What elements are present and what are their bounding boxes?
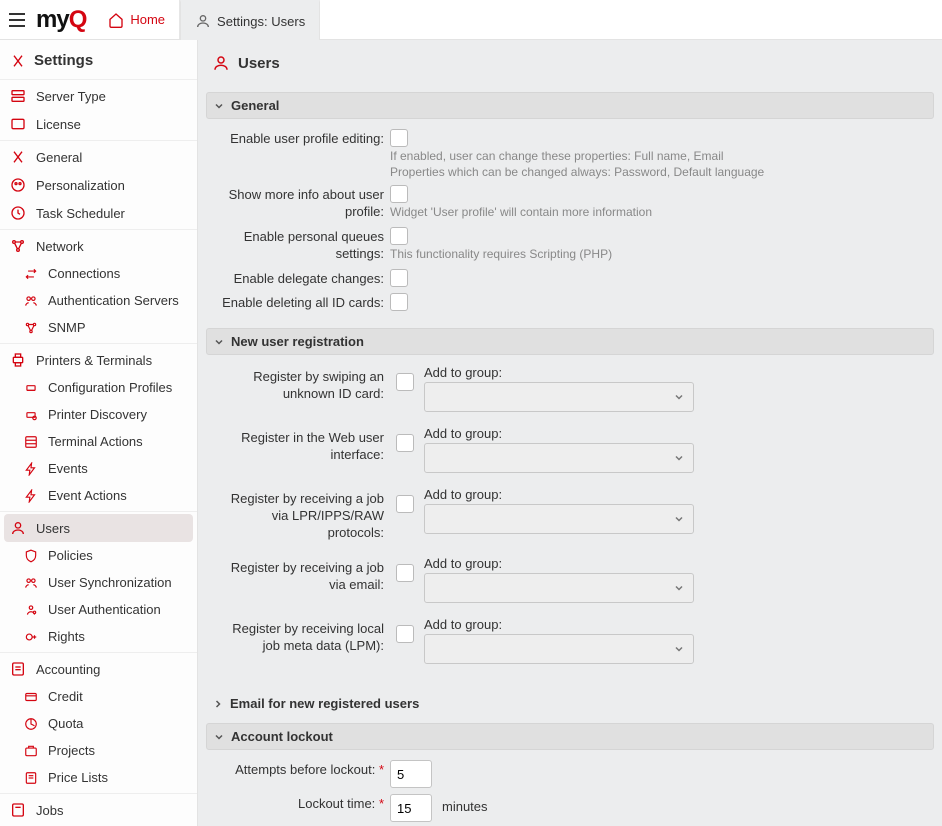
reg-lpm-checkbox[interactable] [396, 625, 414, 643]
sidebar-item-terminal-actions[interactable]: Terminal Actions [0, 428, 197, 455]
hint: Widget 'User profile' will contain more … [390, 205, 652, 219]
sidebar-item-events[interactable]: Events [0, 455, 197, 482]
sidebar: Settings Server Type License General Per… [0, 40, 198, 826]
add-to-group-label: Add to group: [424, 556, 928, 571]
menu-button[interactable] [0, 0, 34, 39]
reg-label: Register by receiving a job via email: [212, 556, 390, 594]
sidebar-item-users[interactable]: Users [4, 514, 193, 542]
sidebar-item-credit[interactable]: Credit [0, 683, 197, 710]
hint: If enabled, user can change these proper… [390, 149, 764, 163]
enable-profile-edit-checkbox[interactable] [390, 129, 408, 147]
reg-label: Register in the Web user interface: [212, 426, 390, 464]
lockout-time-label: Lockout time: * [212, 794, 390, 813]
sidebar-item-user-auth[interactable]: User Authentication [0, 596, 197, 623]
tab-active-label: Settings: Users [217, 14, 305, 29]
sidebar-item-price-lists[interactable]: Price Lists [0, 764, 197, 791]
sidebar-item-auth-servers[interactable]: Authentication Servers [0, 287, 197, 314]
sidebar-title: Settings [0, 46, 197, 80]
reg-label: Register by receiving a job via LPR/IPPS… [212, 487, 390, 542]
lockout-time-input[interactable] [390, 794, 432, 822]
tab-settings-users[interactable]: Settings: Users [180, 0, 320, 40]
sidebar-item-connections[interactable]: Connections [0, 260, 197, 287]
attempts-input[interactable] [390, 760, 432, 788]
sidebar-item-config-profiles[interactable]: Configuration Profiles [0, 374, 197, 401]
sidebar-item-general[interactable]: General [0, 143, 197, 171]
reg-web-checkbox[interactable] [396, 434, 414, 452]
reg-label: Register by swiping an unknown ID card: [212, 365, 390, 403]
chevron-right-icon [212, 698, 224, 710]
add-to-group-label: Add to group: [424, 617, 928, 632]
user-icon [212, 54, 230, 72]
reg-lpr-group-select[interactable] [424, 504, 694, 534]
personal-queues-label: Enable personal queues settings: [212, 227, 390, 263]
sidebar-item-network[interactable]: Network [0, 232, 197, 260]
delete-id-checkbox[interactable] [390, 293, 408, 311]
sidebar-item-rights[interactable]: Rights [0, 623, 197, 650]
add-to-group-label: Add to group: [424, 365, 928, 380]
reg-lpr-checkbox[interactable] [396, 495, 414, 513]
sidebar-item-accounting[interactable]: Accounting [0, 655, 197, 683]
sidebar-item-event-actions[interactable]: Event Actions [0, 482, 197, 509]
chevron-down-icon [673, 513, 685, 525]
reg-lpm-group-select[interactable] [424, 634, 694, 664]
sidebar-item-server-type[interactable]: Server Type [0, 82, 197, 110]
delegate-checkbox[interactable] [390, 269, 408, 287]
chevron-down-icon [673, 391, 685, 403]
chevron-down-icon [213, 731, 225, 743]
sidebar-item-projects[interactable]: Projects [0, 737, 197, 764]
sidebar-item-jobs[interactable]: Jobs [0, 796, 197, 824]
chevron-down-icon [673, 452, 685, 464]
section-newuser-header[interactable]: New user registration [206, 328, 934, 355]
enable-profile-edit-label: Enable user profile editing: [212, 129, 390, 148]
tab-home-label: Home [130, 12, 165, 27]
reg-web-group-select[interactable] [424, 443, 694, 473]
sidebar-item-printers[interactable]: Printers & Terminals [0, 346, 197, 374]
hint: This functionality requires Scripting (P… [390, 247, 612, 261]
personal-queues-checkbox[interactable] [390, 227, 408, 245]
sidebar-item-personalization[interactable]: Personalization [0, 171, 197, 199]
delete-id-label: Enable deleting all ID cards: [212, 293, 390, 312]
section-email-header[interactable]: Email for new registered users [206, 688, 934, 719]
time-unit: minutes [432, 794, 488, 814]
chevron-down-icon [673, 582, 685, 594]
sidebar-item-license[interactable]: License [0, 110, 197, 138]
reg-label: Register by receiving local job meta dat… [212, 617, 390, 655]
show-more-info-label: Show more info about user profile: [212, 185, 390, 221]
reg-swipe-checkbox[interactable] [396, 373, 414, 391]
section-lockout-header[interactable]: Account lockout [206, 723, 934, 750]
reg-swipe-group-select[interactable] [424, 382, 694, 412]
chevron-down-icon [673, 643, 685, 655]
attempts-label: Attempts before lockout: * [212, 760, 390, 779]
hint: Properties which can be changed always: … [390, 165, 764, 179]
delegate-label: Enable delegate changes: [212, 269, 390, 288]
sidebar-item-printer-discovery[interactable]: Printer Discovery [0, 401, 197, 428]
sidebar-item-user-sync[interactable]: User Synchronization [0, 569, 197, 596]
chevron-down-icon [213, 336, 225, 348]
sidebar-item-task-scheduler[interactable]: Task Scheduler [0, 199, 197, 227]
sidebar-item-policies[interactable]: Policies [0, 542, 197, 569]
sidebar-item-snmp[interactable]: SNMP [0, 314, 197, 341]
logo: myQ [34, 0, 94, 39]
sidebar-item-quota[interactable]: Quota [0, 710, 197, 737]
settings-icon [10, 53, 26, 69]
show-more-info-checkbox[interactable] [390, 185, 408, 203]
add-to-group-label: Add to group: [424, 487, 928, 502]
chevron-down-icon [213, 100, 225, 112]
section-general-header[interactable]: General [206, 92, 934, 119]
user-icon [195, 13, 211, 29]
main-content: Users General Enable user profile editin… [198, 40, 942, 826]
home-icon [108, 12, 124, 28]
tab-home[interactable]: Home [94, 0, 180, 39]
add-to-group-label: Add to group: [424, 426, 928, 441]
page-title: Users [206, 40, 934, 88]
reg-email-checkbox[interactable] [396, 564, 414, 582]
reg-email-group-select[interactable] [424, 573, 694, 603]
